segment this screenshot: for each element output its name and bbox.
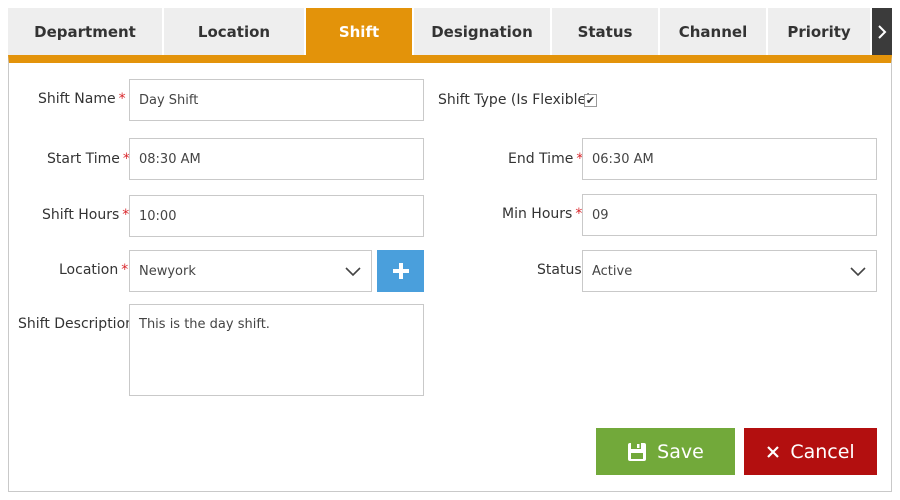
status-label: Status: [537, 262, 582, 278]
shift-name-label: Shift Name *: [38, 91, 126, 107]
tab-department[interactable]: Department: [8, 8, 162, 56]
save-button[interactable]: Save: [596, 428, 735, 475]
shift-description-textarea[interactable]: This is the day shift.: [129, 304, 424, 396]
location-select-value: Newyork: [139, 263, 196, 279]
shift-description-label: Shift Description: [18, 316, 135, 332]
location-label: Location *: [59, 262, 129, 278]
start-time-label: Start Time *: [47, 151, 130, 167]
start-time-input[interactable]: 08:30 AM: [129, 138, 424, 180]
end-time-input[interactable]: 06:30 AM: [582, 138, 877, 180]
save-button-label: Save: [657, 440, 704, 463]
tab-designation[interactable]: Designation: [414, 8, 550, 56]
shift-type-label: Shift Type (Is Flexible): [438, 92, 592, 108]
min-hours-input[interactable]: 09: [582, 194, 877, 236]
location-select[interactable]: Newyork: [129, 250, 372, 292]
status-select[interactable]: Active: [582, 250, 877, 292]
add-location-button[interactable]: [377, 250, 424, 292]
shift-hours-label: Shift Hours *: [42, 207, 130, 223]
tab-bar: Department Location Shift Designation St…: [8, 8, 892, 56]
status-select-value: Active: [592, 263, 633, 279]
shift-type-flexible-checkbox[interactable]: ✔: [584, 94, 597, 107]
tab-channel[interactable]: Channel: [660, 8, 766, 56]
plus-icon: [392, 263, 409, 279]
tab-location[interactable]: Location: [164, 8, 304, 56]
end-time-label: End Time *: [508, 151, 584, 167]
shift-hours-input[interactable]: 10:00: [129, 195, 424, 237]
chevron-down-icon: [345, 267, 361, 277]
chevron-right-icon[interactable]: [872, 8, 892, 56]
chevron-down-icon: [850, 267, 866, 277]
cancel-button-label: Cancel: [790, 440, 855, 463]
floppy-disk-icon: [628, 442, 647, 461]
shift-name-input[interactable]: Day Shift: [129, 79, 424, 121]
cancel-button[interactable]: Cancel: [744, 428, 877, 475]
tab-priority[interactable]: Priority: [768, 8, 870, 56]
close-icon: [767, 445, 780, 458]
tab-shift[interactable]: Shift: [306, 8, 412, 56]
tab-status[interactable]: Status: [552, 8, 658, 56]
min-hours-label: Min Hours *: [502, 206, 583, 222]
